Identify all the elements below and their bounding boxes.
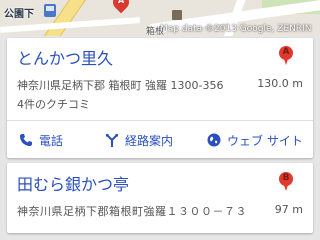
result-card[interactable]: 田むら銀かつ亭 B 神奈川県足柄下郡箱根町強羅１３００－７３ 97 m xyxy=(7,163,313,233)
marker-b-icon: B xyxy=(279,172,293,192)
place-name[interactable]: 田むら銀かつ亭 xyxy=(17,171,129,195)
map-pin-letter: A xyxy=(118,0,125,5)
route-icon xyxy=(105,133,119,147)
call-label: 電話 xyxy=(39,133,64,148)
directions-button[interactable]: 経路案内 xyxy=(105,130,173,150)
website-label: ウェブ サイト xyxy=(227,133,303,148)
map-station-label: 公園下 xyxy=(4,9,34,20)
action-bar: 電話 経路案内 ウェブ サイト xyxy=(7,122,313,158)
place-distance: 130.0 m xyxy=(257,77,303,90)
marker-letter: B xyxy=(282,173,290,183)
phone-icon xyxy=(19,133,33,147)
result-card[interactable]: とんかつ里久 A 神奈川県足柄下郡 箱根町 強羅 1300-356 130.0 … xyxy=(7,38,313,158)
marker-letter: A xyxy=(282,47,290,57)
divider xyxy=(7,120,313,121)
bus-stop-icon xyxy=(44,4,56,17)
map-copyright: Map data ©2013 Google, ZENRIN xyxy=(160,24,312,34)
directions-label: 経路案内 xyxy=(125,133,174,148)
place-distance: 97 m xyxy=(274,203,303,216)
place-name[interactable]: とんかつ里久 xyxy=(17,45,113,69)
map-view[interactable]: 公園下 A 箱根 Map data ©2013 Google, ZENRIN xyxy=(0,0,320,36)
map-poi-icon xyxy=(172,10,182,20)
website-button[interactable]: ウェブ サイト xyxy=(207,130,303,150)
review-count[interactable]: 4件のクチコミ xyxy=(17,96,90,112)
call-button[interactable]: 電話 xyxy=(19,130,63,150)
globe-icon xyxy=(207,133,221,147)
place-address: 神奈川県足柄下郡 箱根町 強羅 1300-356 xyxy=(17,79,224,92)
marker-a-icon: A xyxy=(279,46,293,66)
place-address: 神奈川県足柄下郡箱根町強羅１３００－７３ xyxy=(17,205,247,218)
